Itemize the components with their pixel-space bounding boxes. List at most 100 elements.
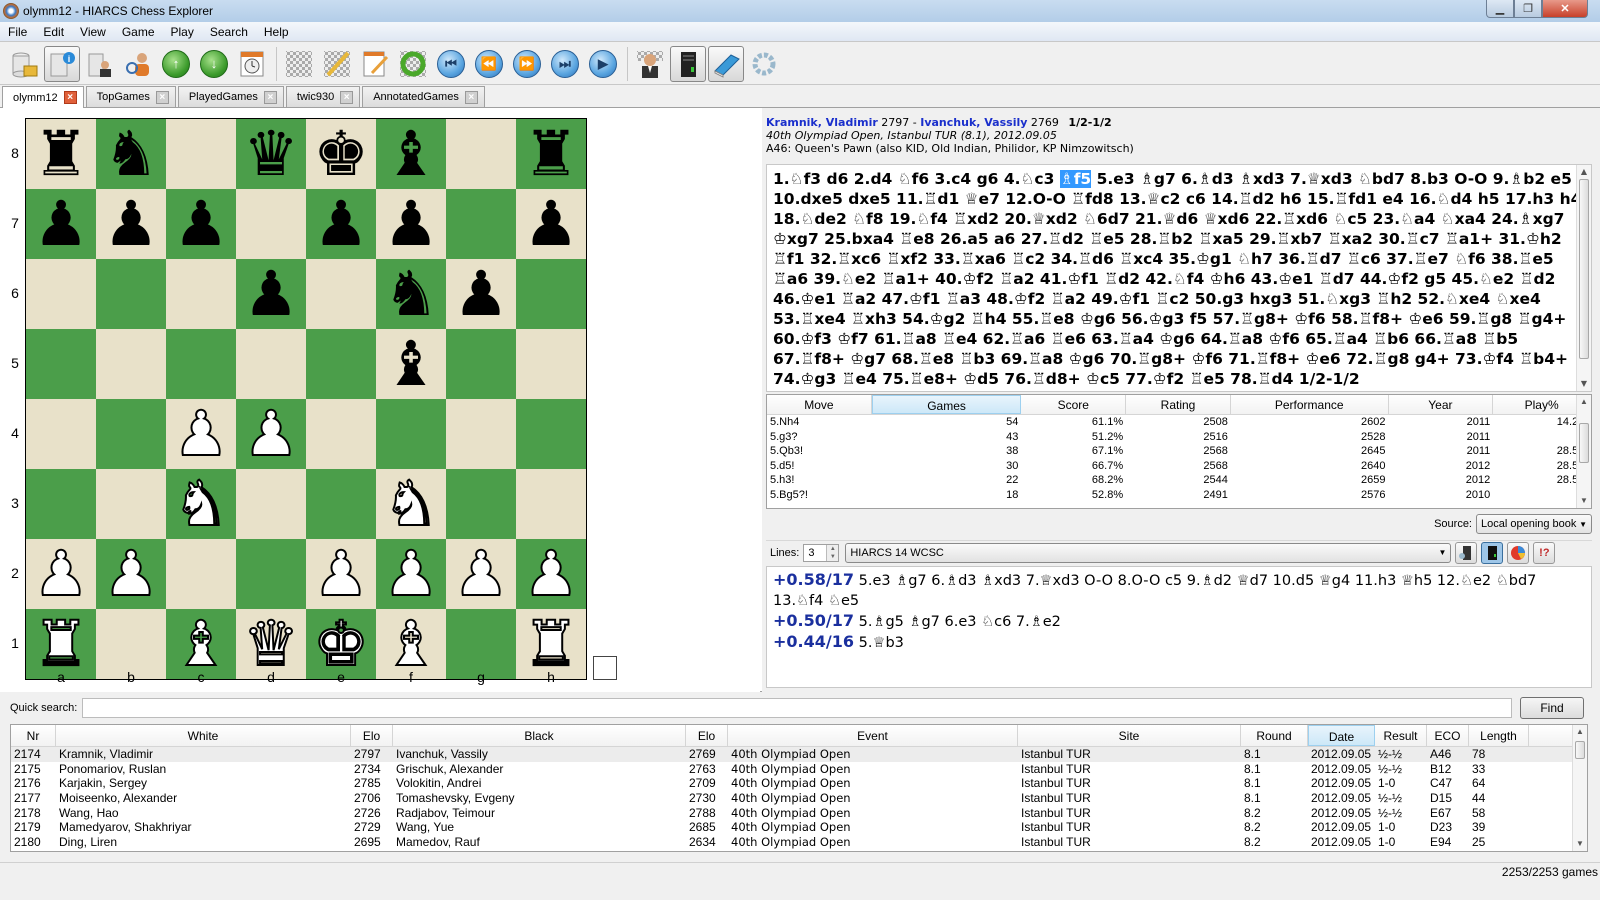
- find-button[interactable]: Find: [1520, 697, 1584, 719]
- square-g8[interactable]: [446, 119, 516, 189]
- column-header-move[interactable]: Move: [767, 395, 872, 414]
- square-a7[interactable]: ♟: [26, 189, 96, 259]
- column-header-nr[interactable]: Nr: [11, 725, 56, 746]
- analysis-line[interactable]: +0.44/16 5.♕b3: [773, 632, 1585, 653]
- white-pawn-icon[interactable]: ♟: [102, 542, 160, 606]
- square-b4[interactable]: [96, 399, 166, 469]
- black-pawn-icon[interactable]: ♟: [173, 193, 229, 255]
- square-d7[interactable]: [236, 189, 306, 259]
- tree-row[interactable]: 5.Qb3! 38 67.1% 2568 2645 2011 28.5%: [767, 444, 1591, 459]
- square-e5[interactable]: [306, 329, 376, 399]
- square-g2[interactable]: ♟: [446, 539, 516, 609]
- black-rook-icon[interactable]: ♜: [33, 123, 89, 185]
- square-a3[interactable]: [26, 469, 96, 539]
- tab-topgames[interactable]: TopGames ×: [85, 86, 176, 107]
- close-tab-icon[interactable]: ×: [464, 90, 478, 104]
- square-e7[interactable]: ♟: [306, 189, 376, 259]
- square-f8[interactable]: ♝: [376, 119, 446, 189]
- square-c4[interactable]: ♟: [166, 399, 236, 469]
- moves-after[interactable]: 5.e3 ♗g7 6.♗d3 ♗xd3 7.♕xd3 ♘bd7 8.b3 O-O…: [773, 170, 1581, 388]
- analysis-moves[interactable]: 5.e3 ♗g7 6.♗d3 ♗xd3 7.♕xd3 O-O 8.O-O c5 …: [773, 573, 1536, 609]
- scroll-down-icon[interactable]: ▼: [1573, 837, 1587, 851]
- scroll-up-icon[interactable]: ▲: [1577, 395, 1591, 409]
- lines-spinner[interactable]: 3 ▲ ▼: [803, 543, 840, 562]
- menu-file[interactable]: File: [0, 25, 35, 39]
- black-knight-icon[interactable]: ♞: [103, 123, 159, 185]
- edit-notes-button[interactable]: [357, 46, 393, 82]
- square-c3[interactable]: ♞: [166, 469, 236, 539]
- annotate-button[interactable]: [319, 46, 355, 82]
- clock-button[interactable]: [234, 46, 270, 82]
- square-h3[interactable]: [516, 469, 586, 539]
- restore-button[interactable]: ❐: [1514, 0, 1542, 18]
- black-bishop-icon[interactable]: ♝: [383, 123, 439, 185]
- open-database-button[interactable]: [6, 46, 42, 82]
- column-header-rating[interactable]: Rating: [1126, 395, 1231, 414]
- white-bishop-icon[interactable]: ♝: [172, 612, 230, 676]
- back-move-button[interactable]: ⏪: [471, 46, 507, 82]
- spin-arrows-icon[interactable]: ▲ ▼: [826, 544, 839, 561]
- square-c8[interactable]: [166, 119, 236, 189]
- white-pawn-icon[interactable]: ♟: [242, 402, 300, 466]
- square-g6[interactable]: ♟: [446, 259, 516, 329]
- menu-edit[interactable]: Edit: [35, 25, 72, 39]
- notation-scrollbar[interactable]: ▲ ▼: [1576, 165, 1591, 391]
- square-d8[interactable]: ♛: [236, 119, 306, 189]
- engine-settings-button[interactable]: [1455, 541, 1478, 564]
- column-header-score[interactable]: Score: [1021, 395, 1127, 414]
- minimize-button[interactable]: ▁: [1486, 0, 1514, 18]
- square-c5[interactable]: [166, 329, 236, 399]
- square-f3[interactable]: ♞: [376, 469, 446, 539]
- column-header-performance[interactable]: Performance: [1231, 395, 1389, 414]
- scroll-thumb[interactable]: [1575, 741, 1585, 759]
- database-info-button[interactable]: i: [44, 45, 80, 82]
- black-pawn-icon[interactable]: ♟: [313, 193, 369, 255]
- scroll-down-icon[interactable]: ▼: [1577, 377, 1591, 391]
- black-pawn-icon[interactable]: ♟: [33, 193, 89, 255]
- square-b5[interactable]: [96, 329, 166, 399]
- square-b8[interactable]: ♞: [96, 119, 166, 189]
- engine-start-button[interactable]: [1481, 541, 1504, 564]
- board-setup-button[interactable]: [281, 46, 317, 82]
- tree-row[interactable]: 5.Nh4 54 61.1% 2508 2602 2011 14.2%: [767, 415, 1591, 430]
- close-tab-icon[interactable]: ×: [155, 90, 169, 104]
- engine-button[interactable]: [670, 45, 706, 82]
- column-header-year[interactable]: Year: [1389, 395, 1494, 414]
- tree-scrollbar[interactable]: ▲ ▼: [1576, 395, 1591, 508]
- column-header-event[interactable]: Event: [728, 725, 1018, 746]
- square-b2[interactable]: ♟: [96, 539, 166, 609]
- white-rook-icon[interactable]: ♜: [522, 612, 580, 676]
- column-header-white[interactable]: White: [56, 725, 351, 746]
- opening-book-button[interactable]: [708, 45, 744, 82]
- tab-playedgames[interactable]: PlayedGames ×: [177, 86, 284, 107]
- square-d2[interactable]: [236, 539, 306, 609]
- square-f5[interactable]: ♝: [376, 329, 446, 399]
- square-h2[interactable]: ♟: [516, 539, 586, 609]
- square-a5[interactable]: [26, 329, 96, 399]
- analysis-moves[interactable]: 5.♗g5 ♗g7 6.e3 ♘c6 7.♗e2: [859, 614, 1061, 630]
- square-e8[interactable]: ♚: [306, 119, 376, 189]
- square-e6[interactable]: [306, 259, 376, 329]
- black-pawn-icon[interactable]: ♟: [243, 263, 299, 325]
- tree-row[interactable]: 5.d5! 30 66.7% 2568 2640 2012 28.5%: [767, 459, 1591, 474]
- square-d6[interactable]: ♟: [236, 259, 306, 329]
- square-f7[interactable]: ♟: [376, 189, 446, 259]
- black-king-icon[interactable]: ♚: [313, 123, 369, 185]
- analysis-moves[interactable]: 5.♕b3: [859, 635, 904, 651]
- white-pawn-icon[interactable]: ♟: [312, 542, 370, 606]
- tab-twic930[interactable]: twic930 ×: [285, 86, 361, 107]
- database-player-button[interactable]: [82, 46, 118, 82]
- player-search-button[interactable]: [120, 46, 156, 82]
- square-a6[interactable]: [26, 259, 96, 329]
- square-h8[interactable]: ♜: [516, 119, 586, 189]
- square-e4[interactable]: [306, 399, 376, 469]
- game-row[interactable]: 2180 Ding, Liren 2695 Mamedov, Rauf 2634 40th…: [11, 835, 1587, 850]
- square-b6[interactable]: [96, 259, 166, 329]
- square-g7[interactable]: [446, 189, 516, 259]
- white-player[interactable]: Kramnik, Vladimir: [766, 116, 878, 129]
- column-header-black[interactable]: Black: [393, 725, 686, 746]
- white-queen-icon[interactable]: ♛: [242, 612, 300, 676]
- chess-board[interactable]: ♜ ♞ ♛ ♚ ♝ ♜ ♟ ♟ ♟ ♟ ♟ ♟ ♟ ♞ ♟ ♝ ♟ ♟ ♞ ♞ ♟ ♟ ♟ ♟ ♟ ♟ ♜ ♝ ♛ ♚ ♝ ♜: [25, 118, 587, 680]
- square-h7[interactable]: ♟: [516, 189, 586, 259]
- square-a8[interactable]: ♜: [26, 119, 96, 189]
